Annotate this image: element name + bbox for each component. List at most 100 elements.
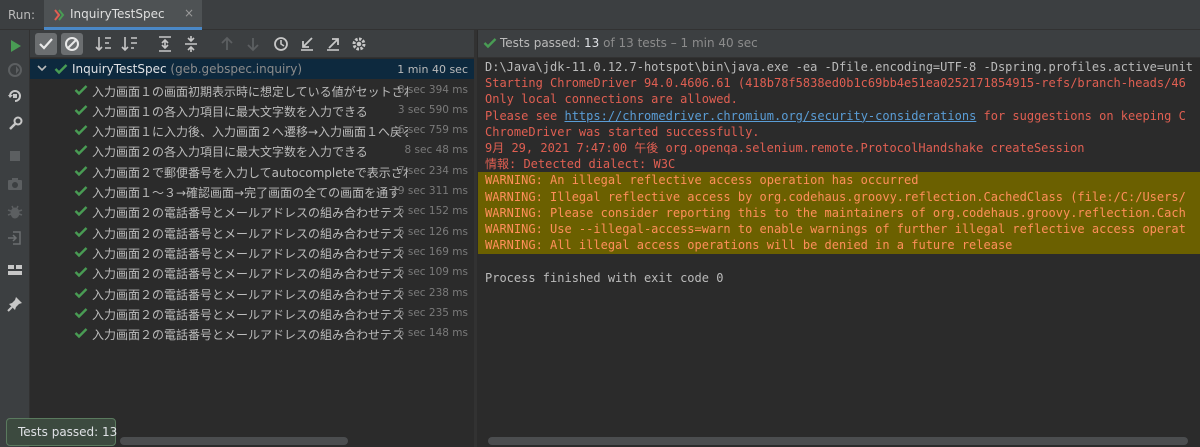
test-row[interactable]: 入力画面１の各入力項目に最大文字数を入力できる 3 sec 590 ms [30,100,474,120]
chevron-down-icon[interactable] [36,62,48,79]
show-ignored-icon[interactable] [61,33,83,55]
sort-alpha-icon[interactable] [93,33,115,55]
console-line: ChromeDriver was started successfully. [485,124,760,139]
import-tests-icon[interactable] [296,33,318,55]
console-line: 9月 29, 2021 7:47:00 午後 org.openqa.seleni… [485,141,1085,155]
test-status-bar: Tests passed: 13 of 13 tests – 1 min 40 … [478,30,1200,58]
debug-icon[interactable] [5,202,25,222]
status-passed-count: 13 [584,36,600,50]
export-tests-icon[interactable] [322,33,344,55]
test-name: 入力画面２で郵便番号を入力してautocompleteで表示された [92,165,408,180]
rerun-icon[interactable] [5,36,25,56]
passed-check-icon [74,144,88,159]
status-suffix: of 13 tests – 1 min 40 sec [599,36,758,50]
security-considerations-link[interactable]: https://chromedriver.chromium.org/securi… [564,109,976,123]
tab-inquiry-test-spec[interactable]: InquiryTestSpec × [44,0,202,30]
root-package: (geb.gebspec.inquiry) [166,62,303,76]
modify-config-icon[interactable] [5,114,25,134]
test-duration: 3 sec 590 ms [397,103,468,116]
console-text: for suggestions on keeping C [976,108,1186,123]
run-side-toolbar [0,30,30,447]
collapse-all-icon[interactable] [180,33,202,55]
test-row[interactable]: 入力画面１の画面初期表示時に想定している値がセットされてい 8 sec 394 m… [30,80,474,100]
passed-check-icon [74,246,88,261]
test-name: 入力画面１に入力後、入力画面２へ遷移→入力画面１へ戻る [92,125,408,140]
expand-all-icon[interactable] [154,33,176,55]
console-horizontal-scrollbar[interactable] [488,437,1188,445]
tests-passed-summary: Tests passed: 13 of 13 tests – 1 min 40 … [500,36,758,50]
toast-text: Tests passed: 13 [18,425,118,439]
passed-check-icon [74,124,88,139]
passed-check-icon [74,287,88,302]
toggle-auto-test-icon[interactable] [5,86,25,106]
next-failed-icon[interactable] [242,33,264,55]
test-duration: 7 sec 234 ms [397,164,468,177]
test-row[interactable]: 入力画面２の電話番号とメールアドレスの組み合わせテスト(03,15 sec 14… [30,323,474,343]
test-row[interactable]: 入力画面２の電話番号とメールアドレスの組み合わせテスト(03,15 sec 12… [30,222,474,242]
test-name: 入力画面２の各入力項目に最大文字数を入力できる [92,145,368,160]
root-duration: 1 min 40 sec [397,63,468,76]
passed-check-icon [74,266,88,281]
tree-root-node[interactable]: InquiryTestSpec (geb.gebspec.inquiry) 1 … [30,59,474,79]
test-duration: 5 sec 235 ms [397,306,468,319]
root-name: InquiryTestSpec [72,62,167,76]
test-duration: 29 sec 311 ms [391,185,468,197]
console-line: WARNING: An illegal reflective access op… [478,172,1200,190]
tests-passed-toast[interactable]: Tests passed: 13 [6,418,118,446]
console-line: Process finished with exit code 0 [485,270,724,285]
passed-check-icon [74,226,88,241]
passed-check-icon [74,84,88,99]
console-line: 情報: Detected dialect: W3C [485,157,676,172]
close-icon[interactable]: × [184,6,194,20]
test-name: 入力画面１～３→確認画面→完了画面の全ての画面を通す [92,186,401,200]
tree-horizontal-scrollbar[interactable] [120,437,348,445]
console-line: WARNING: All illegal access operations w… [478,237,1200,255]
test-duration: 6 sec 759 ms [397,124,468,137]
test-name: 入力画面２の電話番号とメールアドレスの組み合わせテスト(03,1 [92,328,408,343]
show-passed-icon[interactable] [35,33,57,55]
test-row[interactable]: 入力画面２の電話番号とメールアドレスの組み合わせテスト(,,,) 5 sec 10… [30,262,474,282]
pin-icon[interactable] [5,294,25,314]
run-label: Run: [8,8,36,22]
test-row[interactable]: 入力画面１に入力後、入力画面２へ遷移→入力画面１へ戻る 6 sec 759 ms [30,120,474,140]
console-output[interactable]: D:\Java\jdk-11.0.12.7-hotspot\bin\java.e… [478,58,1200,433]
passed-check-icon [74,307,88,322]
test-name: 入力画面２の電話番号とメールアドレスの組み合わせテスト(3,12 [92,287,408,302]
passed-check-icon [74,205,88,220]
test-name: 入力画面１の各入力項目に最大文字数を入力できる [92,104,368,119]
rerun-failed-icon[interactable] [5,60,25,80]
test-row[interactable]: 入力画面１～３→確認画面→完了画面の全ての画面を通す 29 sec 311 ms [30,181,474,201]
sort-duration-icon[interactable] [119,33,141,55]
test-row[interactable]: 入力画面２の電話番号とメールアドレスの組み合わせテスト(3,125 sec 23… [30,283,474,303]
test-row[interactable]: 入力画面２で郵便番号を入力してautocompleteで表示された 7 sec 2… [30,161,474,181]
test-duration: 5 sec 126 ms [397,225,468,238]
console-line: WARNING: Illegal reflective access by or… [478,188,1200,206]
console-line: D:\Java\jdk-11.0.12.7-hotspot\bin\java.e… [485,60,1194,74]
history-icon[interactable] [270,33,292,55]
layout-icon[interactable] [5,260,25,280]
test-row[interactable]: 入力画面２の電話番号とメールアドレスの組み合わせテスト(03,15 sec 15… [30,201,474,221]
passed-check-icon [54,63,68,78]
test-duration: 5 sec 109 ms [397,266,468,279]
settings-icon[interactable] [348,33,370,55]
test-row[interactable]: 入力画面２の電話番号とメールアドレスの組み合わせテスト(03,15 sec 23… [30,303,474,323]
console-line: WARNING: Please consider reporting this … [478,204,1200,222]
test-duration: 5 sec 148 ms [397,327,468,340]
splitter[interactable] [474,30,477,447]
test-row[interactable]: 入力画面２の各入力項目に最大文字数を入力できる 8 sec 48 ms [30,140,474,160]
exit-icon[interactable] [5,228,25,248]
console-line: WARNING: Use --illegal-access=warn to en… [478,221,1200,238]
test-row[interactable]: 入力画面２の電話番号とメールアドレスの組み合わせテスト(,,,tar5 sec … [30,242,474,262]
stop-icon[interactable] [5,146,25,166]
passed-check-icon [74,185,88,200]
tree-root-label: InquiryTestSpec (geb.gebspec.inquiry) [72,62,362,76]
console-line: Please see https://chromedriver.chromium… [485,108,1186,125]
run-titlebar: Run: InquiryTestSpec × [0,0,1200,30]
test-name: 入力画面２の電話番号とメールアドレスの組み合わせテスト(,,,) [92,267,408,282]
prev-failed-icon[interactable] [216,33,238,55]
screenshot-icon[interactable] [5,174,25,194]
passed-check-icon [483,37,497,52]
test-name: 入力画面２の電話番号とメールアドレスの組み合わせテスト(03,1 [92,226,408,241]
status-prefix: Tests passed: [500,36,585,50]
test-run-icon [52,8,66,25]
